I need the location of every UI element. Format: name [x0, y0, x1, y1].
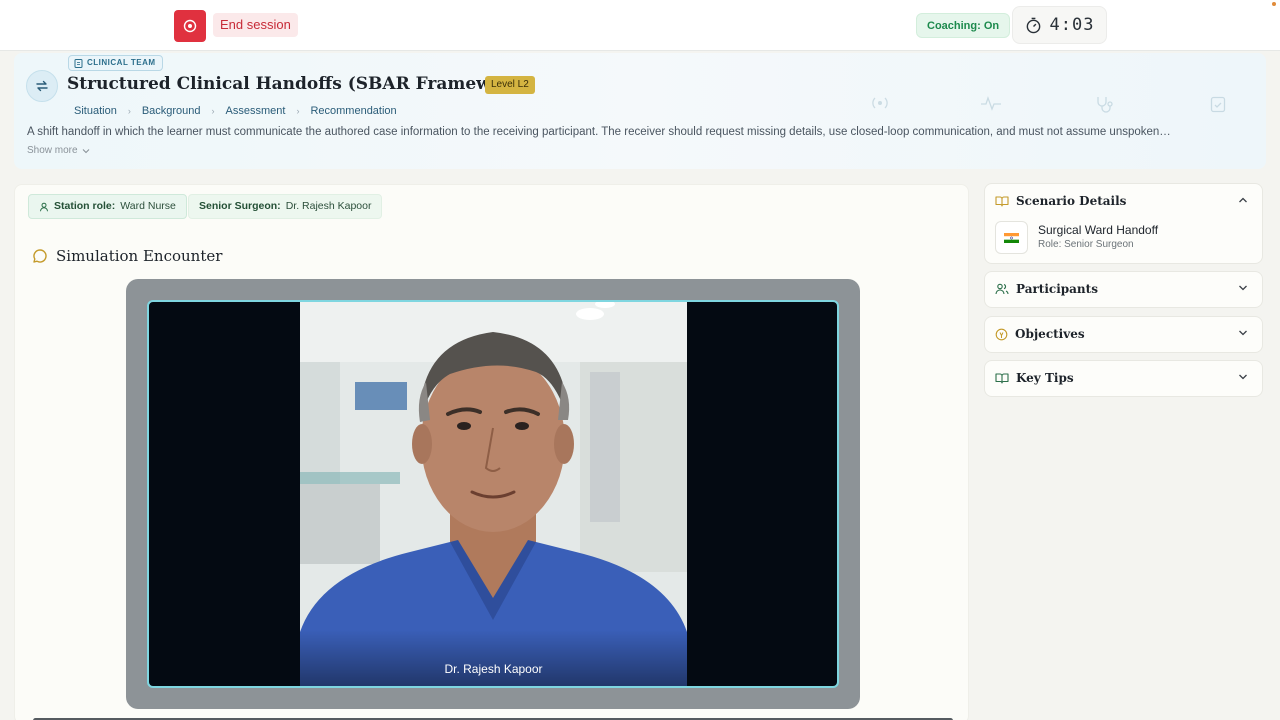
surgeon-chip: Senior Surgeon: Dr. Rajesh Kapoor [188, 194, 383, 219]
scenario-details-card: Scenario Details Surgical Ward Handoff R… [984, 183, 1263, 264]
chevron-down-icon[interactable] [1238, 284, 1248, 292]
scenario-details-header[interactable]: Scenario Details [995, 194, 1126, 208]
status-dot [1272, 2, 1276, 6]
clipboard-icon [74, 59, 83, 68]
step-background[interactable]: Background [142, 105, 201, 117]
show-more-label: Show more [27, 145, 78, 156]
key-tips-header[interactable]: Key Tips [995, 371, 1074, 385]
scenario-name: Surgical Ward Handoff [1038, 223, 1159, 237]
level-badge: Level L2 [485, 76, 535, 94]
stopwatch-icon [1026, 17, 1040, 33]
scenario-description: A shift handoff in which the learner mus… [27, 126, 1171, 138]
key-tips-title: Key Tips [1016, 371, 1074, 385]
encounter-panel: Station role: Ward Nurse Senior Surgeon:… [14, 184, 969, 720]
chevron-right-icon: › [211, 106, 215, 116]
station-role-value: Ward Nurse [120, 200, 176, 212]
objectives-card[interactable]: Objectives [984, 316, 1263, 353]
video-frame: Dr. Rajesh Kapoor [126, 279, 860, 709]
country-flag [995, 221, 1028, 254]
surgeon-label: Senior Surgeon: [199, 200, 281, 212]
participants-card[interactable]: Participants [984, 271, 1263, 308]
video-caption: Dr. Rajesh Kapoor [300, 630, 687, 686]
end-session-button[interactable] [174, 10, 206, 42]
chevron-down-icon [82, 148, 89, 153]
stop-record-icon [183, 19, 197, 33]
scenario-header: CLINICAL TEAM Structured Clinical Handof… [14, 53, 1266, 169]
step-situation[interactable]: Situation [74, 105, 117, 117]
chat-bubble-icon [33, 249, 47, 263]
end-session-label[interactable]: End session [213, 13, 298, 37]
objectives-title: Objectives [1015, 327, 1085, 341]
sbar-steps: Situation › Background › Assessment › Re… [74, 105, 397, 117]
station-role-chip: Station role: Ward Nurse [28, 194, 187, 219]
scenario-role: Role: Senior Surgeon [1038, 239, 1134, 250]
chevron-down-icon[interactable] [1238, 373, 1248, 381]
page-title: Structured Clinical Handoffs (SBAR Frame… [67, 74, 531, 94]
stethoscope-icon [1097, 97, 1113, 113]
participants-header[interactable]: Participants [995, 282, 1098, 296]
chevron-right-icon: › [296, 106, 300, 116]
coaching-toggle[interactable]: Coaching: On [916, 13, 1011, 38]
scenario-details-title: Scenario Details [1016, 194, 1127, 208]
show-more-button[interactable]: Show more [27, 145, 90, 156]
chevron-down-icon[interactable] [1238, 329, 1248, 337]
step-assessment[interactable]: Assessment [226, 105, 286, 117]
users-icon [995, 283, 1009, 295]
participants-title: Participants [1016, 282, 1098, 296]
handoff-icon [26, 70, 58, 102]
encounter-heading: Simulation Encounter [32, 247, 222, 265]
encounter-title: Simulation Encounter [56, 247, 223, 265]
team-badge: CLINICAL TEAM [68, 55, 163, 71]
lightbulb-icon [995, 328, 1008, 340]
session-timer: 4:03 [1012, 6, 1107, 44]
surgeon-value: Dr. Rajesh Kapoor [285, 200, 372, 212]
avatar-video: Dr. Rajesh Kapoor [300, 302, 687, 686]
book-icon [995, 373, 1009, 384]
top-bar: End session Coaching: On 4:03 [0, 0, 1280, 51]
station-role-label: Station role: [54, 200, 116, 212]
key-tips-card[interactable]: Key Tips [984, 360, 1263, 397]
signal-icon [872, 97, 888, 109]
chevron-up-icon[interactable] [1238, 196, 1248, 204]
objectives-header[interactable]: Objectives [995, 327, 1085, 341]
team-badge-label: CLINICAL TEAM [87, 58, 156, 67]
chevron-right-icon: › [127, 106, 131, 116]
video-screen[interactable]: Dr. Rajesh Kapoor [147, 300, 839, 688]
india-flag-icon [1004, 232, 1019, 243]
book-open-icon [995, 196, 1009, 207]
step-recommendation[interactable]: Recommendation [310, 105, 396, 117]
pulse-icon [981, 96, 1001, 111]
timer-value: 4:03 [1049, 15, 1095, 35]
clipboard-check-icon [1210, 96, 1226, 113]
user-icon [40, 202, 48, 211]
